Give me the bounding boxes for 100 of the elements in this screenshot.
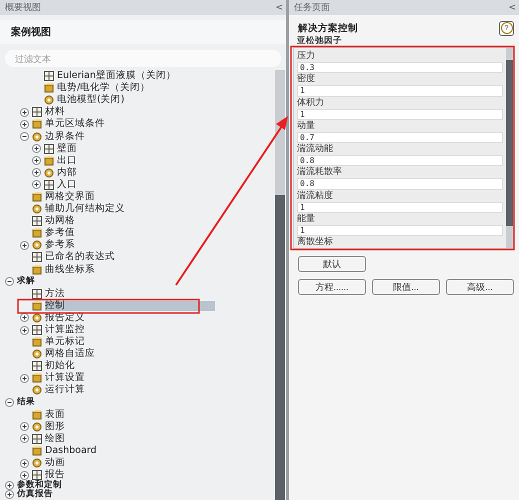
grid-icon [32,470,42,480]
field-label: 湍流粘度 [297,190,334,202]
grid-icon [32,107,42,118]
tree-item[interactable]: 参考值 [45,228,77,238]
tree-item[interactable]: 参考系 [45,240,77,250]
field-label: 动量 [297,120,316,132]
tree-item[interactable]: 动网格 [45,216,77,226]
tree-item[interactable]: Dashboard [45,446,99,456]
tree-group[interactable]: 仿真报告 [17,490,55,500]
field-label: 体积力 [297,98,325,108]
tree-item[interactable]: 内部 [57,168,79,178]
cube-icon [32,446,42,456]
collapse-icon[interactable] [5,277,14,286]
grid-icon [44,71,54,82]
tree-item[interactable]: 网格自适应 [45,349,97,360]
input-field[interactable]: 1 [297,85,503,96]
tree-item[interactable]: 单元区域条件 [45,119,107,130]
tree-item[interactable]: 运行计算 [45,385,87,396]
tree-item[interactable]: 边界条件 [45,132,87,142]
scrollbar[interactable] [275,70,286,500]
cube-icon [32,410,42,420]
input-field[interactable]: 0.8 [297,155,503,166]
expand-icon[interactable] [20,240,29,250]
expand-icon[interactable] [20,108,29,117]
tree-item[interactable]: 动画 [45,458,67,468]
collapse-button[interactable]: < [508,2,516,12]
grid-icon [32,216,42,226]
cube-icon [32,337,42,348]
cube-icon [32,264,42,275]
cube-icon [32,228,42,238]
tree-item[interactable]: 绘图 [45,434,67,444]
expand-icon[interactable] [20,422,29,432]
tree-item[interactable]: 壁面 [57,144,79,154]
expand-icon[interactable] [32,156,41,166]
grid-icon [32,361,42,372]
field-label: 能量 [297,214,316,225]
filter-field[interactable]: 过滤文本 [5,50,282,67]
expand-icon[interactable] [20,374,29,383]
tree-item[interactable]: 材料 [45,107,67,118]
action-button[interactable]: 方程...... [298,279,366,295]
tree-item[interactable]: 网格交界面 [45,192,97,202]
tree-item[interactable]: 出口 [57,156,79,166]
input-field[interactable]: 0.3 [297,62,503,74]
section-title: 案例视图 [11,25,51,39]
field-label: 密度 [297,74,316,86]
field-label: 离散坐标 [297,237,334,248]
panel-title: 概要视图 [5,2,41,14]
grid-icon [44,144,54,154]
expand-icon[interactable] [20,326,29,335]
expand-icon[interactable] [20,470,29,480]
tree-item[interactable]: 表面 [45,410,67,420]
panel-title: 任务页面 [294,2,330,14]
tree-item[interactable]: Eulerian壁面液膜（关闭） [57,71,178,82]
expand-icon[interactable] [20,458,29,468]
collapse-icon[interactable] [20,132,29,142]
field-label: 压力 [297,51,316,62]
grid-icon [44,180,54,190]
expand-icon[interactable] [5,490,14,500]
tree-item[interactable]: 初始化 [45,361,77,372]
input-field[interactable]: 0.8 [297,178,503,190]
cube-icon [44,83,54,94]
tree-group[interactable]: 求解 [17,277,37,286]
cube-icon [32,192,42,202]
input-field[interactable]: 1 [297,202,503,213]
tree-item[interactable]: 计算设置 [45,373,87,384]
input-field[interactable]: 1 [297,224,503,236]
scrollbar[interactable] [506,48,513,248]
action-button[interactable]: 默认 [298,256,366,272]
tree-item[interactable]: 方法 [45,288,67,299]
expand-icon[interactable] [20,120,29,129]
tree-item[interactable]: 计算监控 [45,325,87,336]
tree-item[interactable]: 电池模型(关闭) [57,95,126,106]
input-field[interactable]: 0.7 [297,132,503,143]
collapse-icon[interactable] [5,398,14,408]
expand-icon[interactable] [5,481,14,490]
tree-item[interactable]: 电势/电化学（关闭） [57,83,152,94]
tree-item[interactable]: 曲线坐标系 [45,264,97,275]
cube-icon [32,300,42,311]
tree-item[interactable]: 控制 [45,300,215,311]
tree-item[interactable]: 辅助几何结构定义 [45,204,127,214]
expand-icon[interactable] [32,168,41,178]
tree-item[interactable]: 图形 [45,422,67,432]
field-label: 湍流动能 [297,144,334,155]
field-label: 湍流耗散率 [297,167,343,178]
tree-group[interactable]: 结果 [17,398,37,408]
tree-item[interactable]: 单元标记 [45,337,87,348]
action-button[interactable]: 高级... [446,279,514,295]
tree-item[interactable]: 已命名的表达式 [45,252,117,262]
collapse-button[interactable]: < [275,2,284,12]
grid-icon [32,434,42,444]
expand-icon[interactable] [20,434,29,444]
grid-icon [32,252,42,262]
panel-heading: 解决方案控制 [298,22,358,34]
action-button[interactable]: 限值... [372,279,440,295]
expand-icon[interactable] [32,144,41,154]
cube-icon [32,119,42,130]
expand-icon[interactable] [32,180,41,190]
input-field[interactable]: 1 [297,108,503,120]
tree-item[interactable]: 报告 [45,470,67,480]
tree-item[interactable]: 入口 [57,180,79,190]
